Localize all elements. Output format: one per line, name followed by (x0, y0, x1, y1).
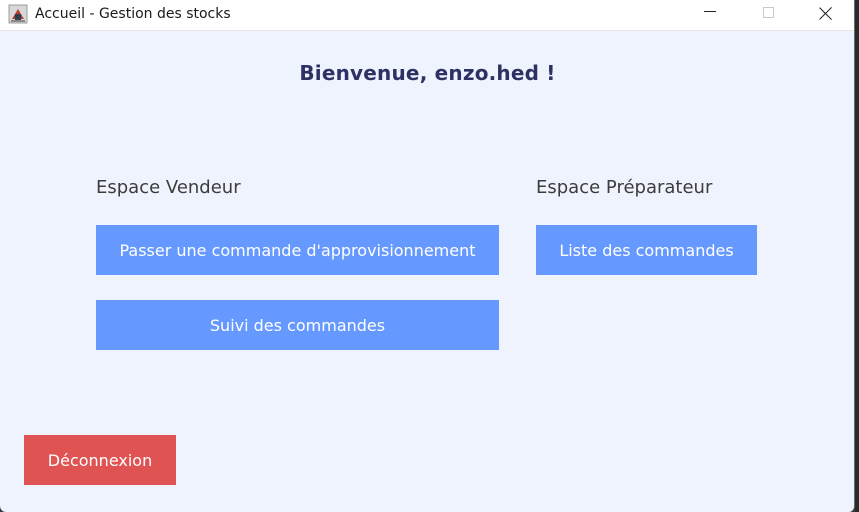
maximize-icon (762, 7, 774, 18)
maximize-button[interactable] (739, 0, 797, 31)
order-tracking-button[interactable]: Suivi des commandes (96, 300, 499, 350)
order-supply-button[interactable]: Passer une commande d'approvisionnement (96, 225, 499, 275)
title-bar[interactable]: Accueil - Gestion des stocks (0, 0, 854, 31)
logout-button[interactable]: Déconnexion (24, 435, 176, 485)
minimize-button[interactable] (681, 0, 739, 31)
preparateur-section-title: Espace Préparateur (536, 177, 713, 198)
java-cup-icon (8, 4, 28, 24)
main-window: Accueil - Gestion des stocks Bienvenue, … (0, 0, 855, 512)
vendeur-section-title: Espace Vendeur (96, 177, 241, 198)
desktop-background (855, 0, 859, 512)
welcome-heading: Bienvenue, enzo.hed ! (299, 61, 556, 85)
minimize-icon (704, 11, 716, 12)
close-icon (819, 6, 833, 20)
close-button[interactable] (797, 0, 854, 31)
window-title: Accueil - Gestion des stocks (35, 6, 231, 22)
order-list-button[interactable]: Liste des commandes (536, 225, 757, 275)
